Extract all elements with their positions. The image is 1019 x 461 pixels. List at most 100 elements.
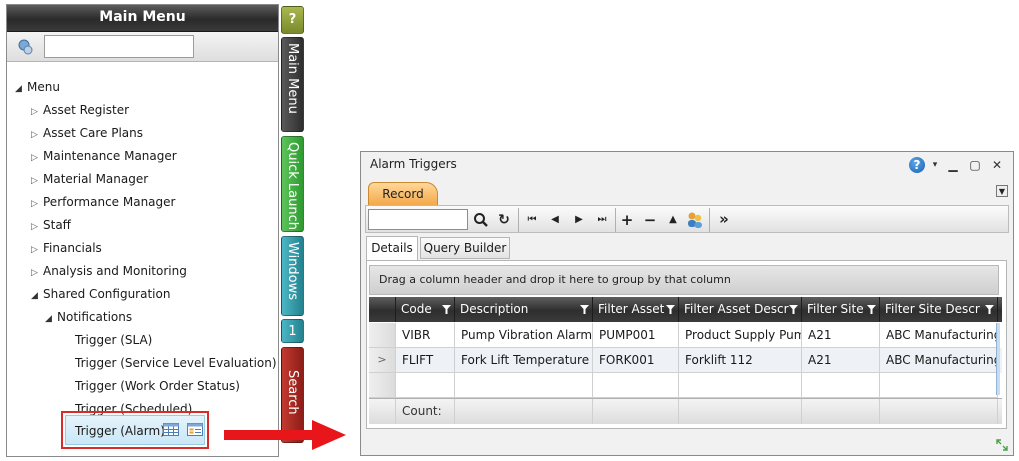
collapsed-arrow-icon[interactable]: ▷ <box>31 194 43 214</box>
filter-icon[interactable] <box>442 305 451 314</box>
resize-grip-icon[interactable] <box>995 438 1009 452</box>
remove-record-button[interactable]: − <box>642 210 658 230</box>
users-icon[interactable] <box>686 210 704 230</box>
tree-item-financials[interactable]: ▷ Financials <box>31 238 102 258</box>
magnifier-icon[interactable] <box>473 210 489 230</box>
grid-view-icon[interactable] <box>163 423 179 436</box>
help-tab-button[interactable]: ? <box>281 6 304 34</box>
tree-item-notifications[interactable]: ◢ Notifications <box>45 307 132 327</box>
record-search-input[interactable] <box>368 209 468 230</box>
tab-windows[interactable]: Windows <box>281 236 304 316</box>
tree-item-shared-configuration[interactable]: ◢ Shared Configuration <box>31 284 170 304</box>
tree-item-asset-care-plans[interactable]: ▷ Asset Care Plans <box>31 123 143 143</box>
new-record-row[interactable] <box>369 373 1002 398</box>
tree-item-performance-manager[interactable]: ▷ Performance Manager <box>31 192 175 212</box>
tree-item-material-manager[interactable]: ▷ Material Manager <box>31 169 148 189</box>
subtab-query-builder[interactable]: Query Builder <box>420 237 510 259</box>
previous-record-button[interactable]: ◀ <box>547 210 563 230</box>
tree-leaf-trigger-alarm-label[interactable]: Trigger (Alarm) <box>75 421 165 441</box>
expanded-arrow-icon[interactable]: ◢ <box>31 286 43 306</box>
cell-filter-asset-descr[interactable]: Forklift 112 <box>679 348 802 373</box>
cell-filter-site-descr[interactable]: ABC Manufacturing <box>880 348 998 373</box>
column-header-filter-asset[interactable]: Filter Asset <box>593 297 679 322</box>
cell-description[interactable]: Fork Lift Temperature <box>455 348 593 373</box>
empty-cell[interactable] <box>880 373 998 398</box>
cell-filter-asset[interactable]: PUMP001 <box>593 323 679 348</box>
row-indicator[interactable] <box>369 323 396 348</box>
next-record-button[interactable]: ▶ <box>571 210 587 230</box>
row-indicator[interactable] <box>369 373 396 398</box>
more-actions-button[interactable]: » <box>715 210 733 230</box>
last-record-button[interactable]: ⏭ <box>593 210 611 230</box>
help-icon: ? <box>288 12 297 27</box>
group-by-panel[interactable]: Drag a column header and drop it here to… <box>369 265 999 295</box>
collapsed-arrow-icon[interactable]: ▷ <box>31 125 43 145</box>
filter-icon[interactable] <box>580 305 589 314</box>
tree-leaf-trigger-work-order-status[interactable]: Trigger (Work Order Status) <box>75 376 240 396</box>
maximize-icon[interactable]: ▢ <box>967 158 983 172</box>
help-dropdown-icon[interactable]: ▾ <box>931 160 939 170</box>
collapsed-arrow-icon[interactable]: ▷ <box>31 148 43 168</box>
tree-root-menu[interactable]: ◢ Menu <box>15 77 60 97</box>
filter-icon[interactable] <box>985 305 994 314</box>
vertical-scrollbar[interactable] <box>996 323 1000 395</box>
close-icon[interactable]: ✕ <box>989 158 1005 172</box>
expanded-arrow-icon[interactable]: ◢ <box>15 79 27 99</box>
table-row[interactable]: VIBR Pump Vibration Alarm PUMP001 Produc… <box>369 323 1002 348</box>
subtab-details[interactable]: Details <box>366 236 418 260</box>
tree-item-staff[interactable]: ▷ Staff <box>31 215 71 235</box>
empty-cell[interactable] <box>593 373 679 398</box>
tab-quick-launch[interactable]: Quick Launch <box>281 136 304 232</box>
tree-item-asset-register[interactable]: ▷ Asset Register <box>31 100 129 120</box>
search-options-icon[interactable] <box>16 38 34 56</box>
empty-cell[interactable] <box>802 373 880 398</box>
window-count-badge[interactable]: 1 <box>281 319 304 343</box>
help-icon[interactable]: ? <box>909 157 925 173</box>
cell-filter-site[interactable]: A21 <box>802 348 880 373</box>
collapsed-arrow-icon[interactable]: ▷ <box>31 263 43 283</box>
form-view-icon[interactable] <box>187 423 203 436</box>
collapsed-arrow-icon[interactable]: ▷ <box>31 240 43 260</box>
cell-code[interactable]: VIBR <box>396 323 455 348</box>
tree-leaf-trigger-sla[interactable]: Trigger (SLA) <box>75 330 152 350</box>
add-record-button[interactable]: + <box>619 210 635 230</box>
collapsed-arrow-icon[interactable]: ▷ <box>31 171 43 191</box>
cell-filter-asset-descr[interactable]: Product Supply Pum <box>679 323 802 348</box>
cell-filter-asset[interactable]: FORK001 <box>593 348 679 373</box>
tab-menu-dropdown-icon[interactable]: ▼ <box>996 185 1008 197</box>
collapsed-arrow-icon[interactable]: ▷ <box>31 102 43 122</box>
column-header-description[interactable]: Description <box>455 297 593 322</box>
cell-filter-site[interactable]: A21 <box>802 323 880 348</box>
expanded-arrow-icon[interactable]: ◢ <box>45 309 57 329</box>
column-header-code[interactable]: Code <box>396 297 455 322</box>
column-header-filter-site-descr[interactable]: Filter Site Descr <box>880 297 998 322</box>
row-indicator[interactable]: > <box>369 348 396 373</box>
tab-record[interactable]: Record <box>368 182 438 206</box>
move-up-button[interactable]: ▲ <box>665 210 681 230</box>
filter-icon[interactable] <box>867 305 876 314</box>
footer-indicator <box>369 399 396 424</box>
menu-search-input[interactable] <box>44 35 194 58</box>
minimize-icon[interactable]: ▁ <box>945 158 961 172</box>
grid-header-row: Code Description Filter Asset Filter Ass… <box>369 297 1002 322</box>
window-controls: ? ▾ ▁ ▢ ✕ <box>909 156 1005 174</box>
cell-filter-site-descr[interactable]: ABC Manufacturing <box>880 323 998 348</box>
column-header-filter-site[interactable]: Filter Site <box>802 297 880 322</box>
first-record-button[interactable]: ⏮ <box>523 210 541 230</box>
collapsed-arrow-icon[interactable]: ▷ <box>31 217 43 237</box>
table-row[interactable]: > FLIFT Fork Lift Temperature FORK001 Fo… <box>369 348 1002 373</box>
filter-icon[interactable] <box>789 305 798 314</box>
tree-item-maintenance-manager[interactable]: ▷ Maintenance Manager <box>31 146 177 166</box>
cell-description[interactable]: Pump Vibration Alarm <box>455 323 593 348</box>
tree-item-analysis-monitoring[interactable]: ▷ Analysis and Monitoring <box>31 261 187 281</box>
row-indicator-header <box>369 297 396 322</box>
filter-icon[interactable] <box>666 305 675 314</box>
tab-main-menu[interactable]: Main Menu <box>281 37 304 132</box>
column-header-filter-asset-descr[interactable]: Filter Asset Descr <box>679 297 802 322</box>
cell-code[interactable]: FLIFT <box>396 348 455 373</box>
empty-cell[interactable] <box>679 373 802 398</box>
tree-leaf-trigger-service-level[interactable]: Trigger (Service Level Evaluation) <box>75 353 277 373</box>
empty-cell[interactable] <box>455 373 593 398</box>
refresh-icon[interactable]: ↻ <box>496 210 512 230</box>
empty-cell[interactable] <box>396 373 455 398</box>
